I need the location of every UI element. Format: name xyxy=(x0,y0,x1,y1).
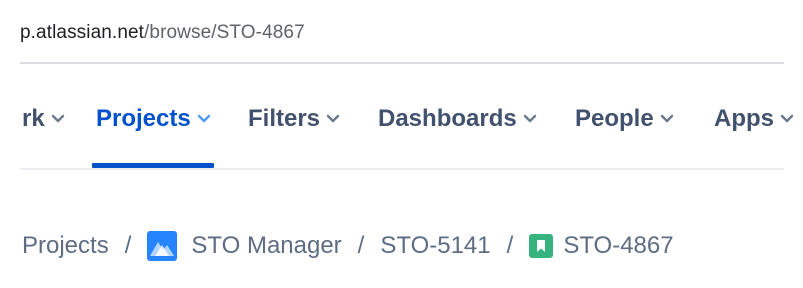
project-avatar-icon xyxy=(147,231,178,261)
chevron-down-icon xyxy=(780,114,794,123)
url-text[interactable]: p.atlassian.net/browse/STO-4867 xyxy=(20,22,305,44)
nav-divider xyxy=(20,168,784,170)
breadcrumb-current-issue[interactable]: STO-4867 xyxy=(563,232,673,260)
nav-item-label: rk xyxy=(22,105,45,132)
page: p.atlassian.net/browse/STO-4867 rk Proje… xyxy=(0,0,803,288)
nav-item-your-work[interactable]: rk xyxy=(22,102,65,136)
breadcrumb-parent-issue[interactable]: STO-5141 xyxy=(380,232,490,260)
chevron-down-icon xyxy=(197,114,210,123)
chevron-down-icon xyxy=(51,114,64,123)
breadcrumb-separator: / xyxy=(357,232,365,259)
chevron-down-icon xyxy=(523,114,536,123)
nav-item-dashboards[interactable]: Dashboards xyxy=(378,102,537,136)
nav-item-label: People xyxy=(575,105,654,132)
nav-item-people[interactable]: People xyxy=(575,102,674,136)
chevron-down-icon xyxy=(326,114,340,123)
nav-item-label: Projects xyxy=(96,105,191,132)
breadcrumb-separator: / xyxy=(124,232,132,259)
top-navigation: rk Projects Filters Dashboards People Ap… xyxy=(0,64,803,170)
browser-url-bar[interactable]: p.atlassian.net/browse/STO-4867 xyxy=(0,0,803,62)
story-icon xyxy=(529,234,554,258)
nav-item-apps[interactable]: Apps xyxy=(714,102,794,136)
nav-item-filters[interactable]: Filters xyxy=(248,102,340,136)
chevron-down-icon xyxy=(660,114,673,123)
url-host: p.atlassian.net xyxy=(20,22,145,43)
breadcrumb-projects[interactable]: Projects xyxy=(22,232,109,260)
nav-item-projects[interactable]: Projects xyxy=(96,102,211,136)
nav-item-label: Dashboards xyxy=(378,105,517,132)
nav-item-label: Apps xyxy=(714,105,774,132)
breadcrumb: Projects / STO Manager / STO-5141 / STO-… xyxy=(22,228,674,264)
nav-item-label: Filters xyxy=(248,105,321,132)
breadcrumb-project[interactable]: STO Manager xyxy=(191,232,341,260)
breadcrumb-separator: / xyxy=(506,232,514,259)
url-path: /browse/STO-4867 xyxy=(144,22,305,43)
